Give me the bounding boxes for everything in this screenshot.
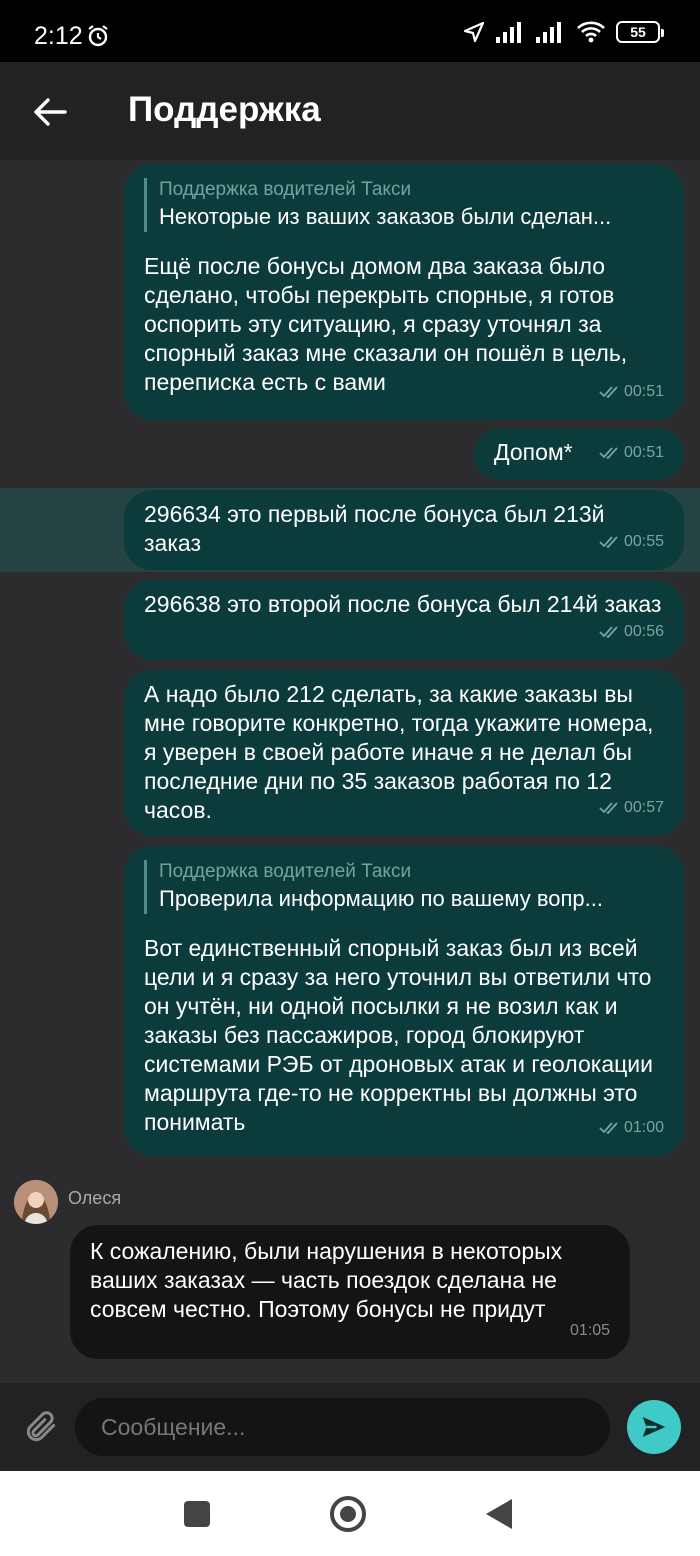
double-check-icon (599, 446, 618, 459)
message-text: 296634 это первый после бонуса был 213й … (144, 501, 605, 556)
double-check-icon (599, 801, 618, 814)
message-meta: 00:57 (599, 793, 664, 822)
incoming-message[interactable]: К сожалению, были нарушения в некоторых … (70, 1225, 630, 1359)
message-meta: 00:51 (599, 377, 664, 406)
paperclip-icon[interactable] (22, 1407, 60, 1447)
message-text: 296638 это второй после бонуса был 214й … (144, 591, 662, 617)
message-time: 01:00 (623, 1119, 664, 1136)
send-icon (642, 1417, 666, 1437)
message-time: 00:55 (623, 533, 664, 550)
double-check-icon (599, 535, 618, 548)
avatar[interactable] (14, 1180, 58, 1224)
message-meta: 01:05 (570, 1316, 610, 1345)
message-meta: 00:56 (599, 617, 664, 646)
message-text: К сожалению, были нарушения в некоторых … (90, 1238, 563, 1322)
outgoing-message[interactable]: А надо было 212 сделать, за какие заказы… (124, 670, 684, 836)
nav-back-icon[interactable] (486, 1499, 512, 1529)
sender-name: Олеся (68, 1188, 122, 1208)
page-title: Поддержка (128, 90, 321, 129)
status-time: 2:12 (34, 22, 83, 50)
system-nav-bar (0, 1471, 700, 1556)
signal-icon (496, 22, 521, 43)
outgoing-message[interactable]: 296634 это первый после бонуса был 213й … (124, 490, 684, 570)
battery-level: 55 (630, 24, 646, 40)
back-button[interactable] (26, 88, 74, 136)
message-time: 00:56 (623, 623, 664, 640)
status-bar: 2:12 55 (0, 0, 700, 62)
quote-text: Некоторые из ваших заказов были сделан..… (159, 204, 612, 229)
message-meta: 00:55 (599, 527, 664, 556)
location-icon (463, 21, 485, 43)
recent-apps-icon[interactable] (184, 1501, 210, 1527)
outgoing-message[interactable]: 296638 это второй после бонуса был 214й … (124, 580, 684, 660)
home-icon[interactable] (330, 1496, 366, 1532)
message-time: 00:51 (623, 383, 664, 400)
double-check-icon (599, 385, 618, 398)
wifi-icon (577, 21, 605, 43)
quote-author: Поддержка водителей Такси (159, 861, 412, 882)
signal-icon-2 (536, 22, 561, 43)
reply-quote[interactable]: Поддержка водителей Такси Некоторые из в… (144, 178, 664, 232)
avatar-image (14, 1180, 58, 1224)
send-button[interactable] (627, 1400, 681, 1454)
arrow-left-icon (34, 98, 67, 126)
message-text: Вот единственный спорный заказ был из вс… (144, 935, 653, 1135)
alarm-icon (88, 25, 108, 47)
message-meta: 01:00 (599, 1113, 664, 1142)
message-meta: 00:51 (599, 438, 664, 467)
message-composer (0, 1383, 700, 1471)
message-input[interactable] (75, 1398, 610, 1456)
outgoing-message[interactable]: Поддержка водителей Такси Проверила инфо… (124, 846, 684, 1156)
message-time: 01:05 (569, 1322, 610, 1339)
quote-text: Проверила информацию по вашему вопр... (159, 886, 604, 911)
status-icons: 55 (462, 20, 664, 44)
outgoing-message[interactable]: Допом* 00:51 (474, 428, 684, 480)
app-bar: Поддержка (0, 62, 700, 160)
quote-author: Поддержка водителей Такси (159, 179, 412, 200)
double-check-icon (599, 1121, 618, 1134)
message-text: А надо было 212 сделать, за какие заказы… (144, 681, 654, 823)
message-text: Ещё после бонусы домом два заказа было с… (144, 253, 628, 395)
chat-area: Поддержка водителей Такси Некоторые из в… (0, 160, 700, 1382)
message-time: 00:51 (623, 444, 664, 461)
double-check-icon (599, 625, 618, 638)
outgoing-message[interactable]: Поддержка водителей Такси Некоторые из в… (124, 164, 684, 420)
reply-quote[interactable]: Поддержка водителей Такси Проверила инфо… (144, 860, 664, 914)
battery-indicator: 55 (616, 21, 664, 43)
message-time: 00:57 (623, 799, 664, 816)
